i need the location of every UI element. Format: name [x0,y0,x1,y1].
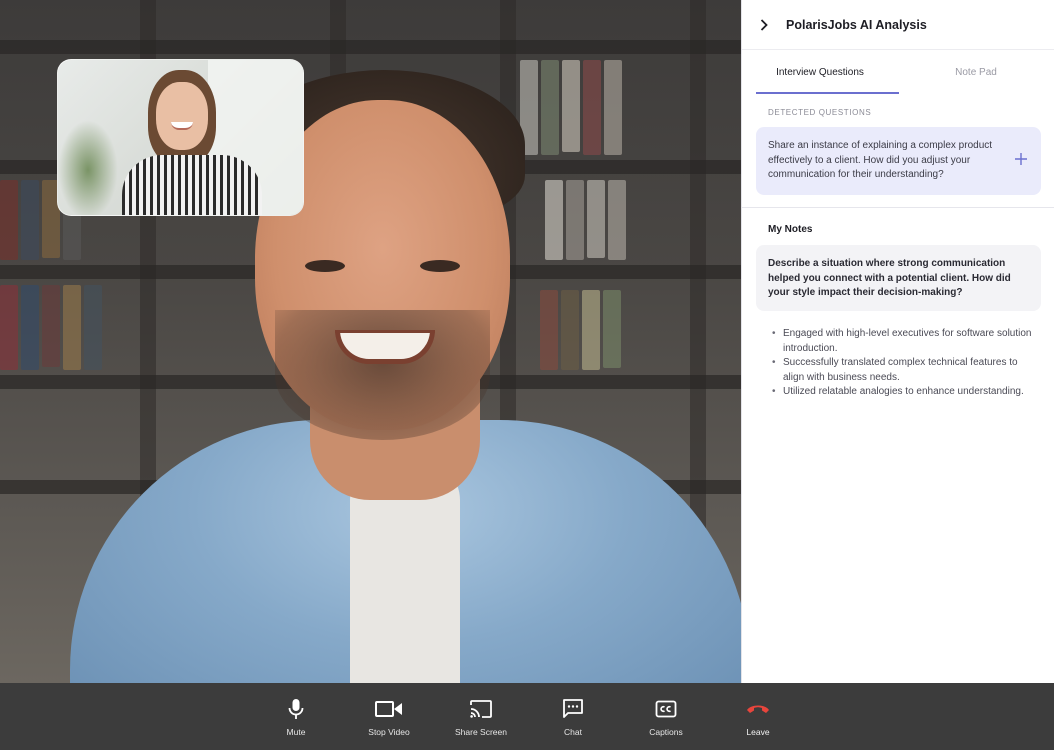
captions-label: Captions [649,727,683,737]
active-tab-indicator [756,92,899,94]
call-toolbar: Mute Stop Video Share Screen Chat Captio… [0,683,1054,750]
notes-question-text: Describe a situation where strong commun… [768,258,1011,298]
share-screen-label: Share Screen [455,727,507,737]
microphone-icon [287,697,305,721]
chat-icon [562,697,584,721]
mute-button[interactable]: Mute [256,683,336,750]
share-screen-button[interactable]: Share Screen [441,683,521,750]
notes-title: My Notes [768,224,813,235]
detected-question-text: Share an instance of explaining a comple… [768,140,993,180]
mute-label: Mute [286,727,306,737]
tab-note-pad[interactable]: Note Pad [898,50,1054,94]
panel-divider [742,207,1054,208]
hang-up-icon [745,697,771,721]
panel-tabs: Interview Questions Note Pad [742,50,1054,94]
panel-header: PolarisJobs AI Analysis [742,0,1054,50]
panel-title: PolarisJobs AI Analysis [786,17,927,32]
notes-bullet-list: Engaged with high-level executives for s… [772,327,1034,400]
list-item: Engaged with high-level executives for s… [772,327,1034,356]
leave-label: Leave [746,727,770,737]
leave-button[interactable]: Leave [718,683,798,750]
stop-video-button[interactable]: Stop Video [349,683,429,750]
tab-interview-questions[interactable]: Interview Questions [742,50,898,94]
list-item: Successfully translated complex technica… [772,356,1034,385]
detected-questions-label: DETECTED QUESTIONS [768,108,872,117]
video-camera-icon [375,697,403,721]
list-item: Utilized relatable analogies to enhance … [772,385,1034,400]
chat-label: Chat [564,727,582,737]
notes-question-card: Describe a situation where strong commun… [756,245,1041,311]
stop-video-label: Stop Video [368,727,410,737]
detected-question-card: Share an instance of explaining a comple… [756,127,1041,195]
ai-analysis-panel: PolarisJobs AI Analysis Interview Questi… [741,0,1054,683]
plus-icon[interactable] [1013,151,1029,167]
cast-icon [469,697,493,721]
chat-button[interactable]: Chat [533,683,613,750]
self-view-video[interactable] [57,59,304,216]
captions-button[interactable]: Captions [626,683,706,750]
captions-icon [655,697,677,721]
chevron-right-icon[interactable] [760,18,770,32]
